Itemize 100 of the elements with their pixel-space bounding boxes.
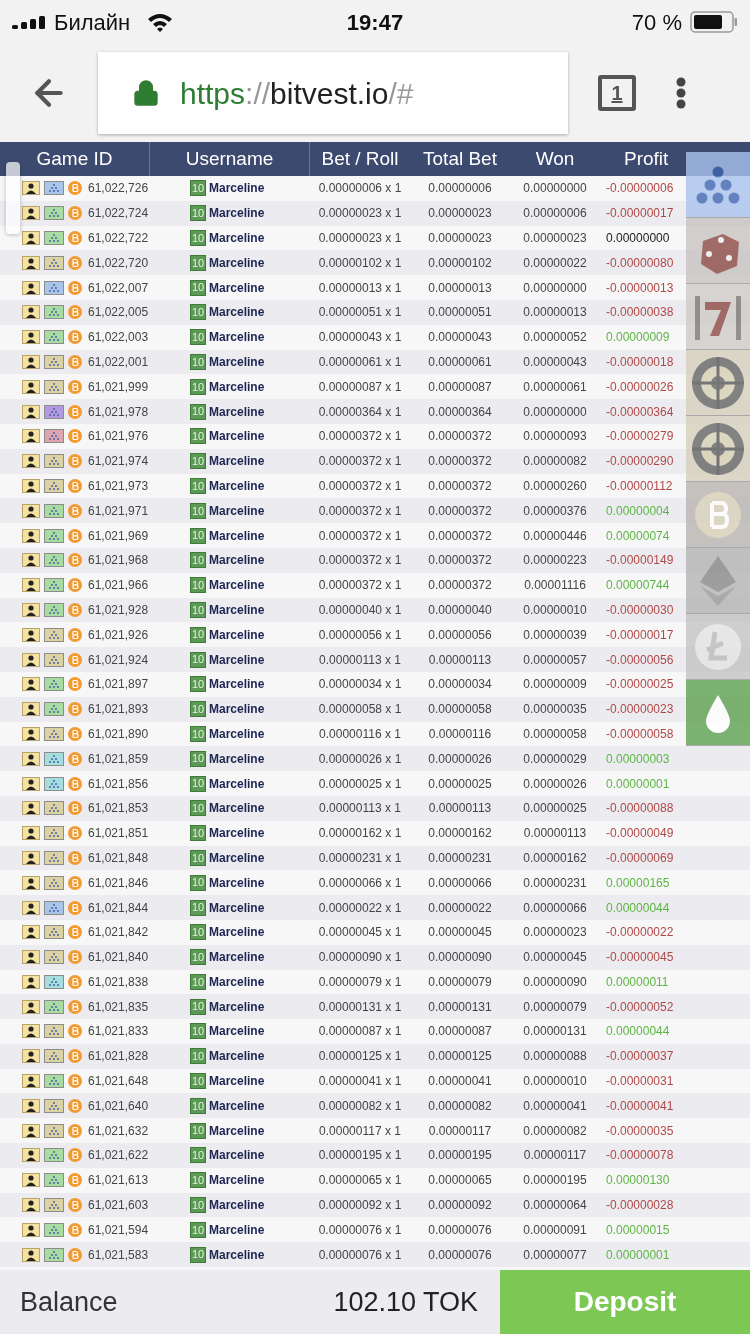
game-id[interactable]: 61,021,842 [88,923,149,942]
username[interactable]: Marceline [209,1072,265,1091]
username[interactable]: Marceline [209,328,265,347]
game-id[interactable]: 61,021,893 [88,700,149,719]
username[interactable]: Marceline [209,898,265,917]
game-id[interactable]: 61,021,583 [88,1245,149,1264]
username[interactable]: Marceline [209,600,265,619]
column-header[interactable]: Bet / Roll [321,144,399,174]
username[interactable]: Marceline [209,1096,265,1115]
game-button[interactable] [686,152,750,218]
game-id[interactable]: 61,021,976 [88,427,149,446]
game-id[interactable]: 61,022,001 [88,352,149,371]
username[interactable]: Marceline [209,1245,265,1264]
username[interactable]: Marceline [209,1121,265,1140]
game-id[interactable]: 61,021,632 [88,1121,149,1140]
currency-button[interactable] [686,482,750,548]
column-header[interactable]: Profit [624,144,669,174]
game-button[interactable] [686,350,750,416]
username[interactable]: Marceline [209,204,265,223]
username[interactable]: Marceline [209,526,265,545]
game-id[interactable]: 61,022,720 [88,253,149,272]
username[interactable]: Marceline [209,179,265,198]
username[interactable]: Marceline [209,824,265,843]
game-id[interactable]: 61,021,844 [88,898,149,917]
game-id[interactable]: 61,022,005 [88,303,149,322]
game-id[interactable]: 61,022,722 [88,229,149,247]
game-id[interactable]: 61,021,828 [88,1047,149,1066]
column-header[interactable]: Game ID [36,144,113,174]
game-id[interactable]: 61,021,966 [88,576,149,595]
currency-button[interactable] [686,548,750,614]
game-id[interactable]: 61,021,974 [88,452,149,471]
game-id[interactable]: 61,021,926 [88,625,149,644]
game-id[interactable]: 61,021,648 [88,1072,149,1091]
faucet-button[interactable] [686,680,750,746]
game-id[interactable]: 61,021,603 [88,1196,149,1215]
column-header[interactable]: Username [185,144,274,174]
menu-button[interactable] [676,77,686,109]
username[interactable]: Marceline [209,873,265,892]
tab-switcher-button[interactable]: 1 [598,75,636,111]
game-id[interactable]: 61,021,622 [88,1146,149,1165]
game-id[interactable]: 61,021,840 [88,948,149,967]
username[interactable]: Marceline [209,997,265,1016]
username[interactable]: Marceline [209,352,265,371]
game-id[interactable]: 61,022,003 [88,328,149,347]
username[interactable]: Marceline [209,427,265,446]
username[interactable]: Marceline [209,1171,265,1190]
username[interactable]: Marceline [209,749,265,768]
game-id[interactable]: 61,022,007 [88,278,149,297]
game-button[interactable] [686,416,750,482]
column-header[interactable]: Won [535,144,575,174]
game-id[interactable]: 61,021,973 [88,476,149,495]
game-id[interactable]: 61,021,978 [88,402,149,421]
username[interactable]: Marceline [209,402,265,421]
game-id[interactable]: 61,021,859 [88,749,149,768]
username[interactable]: Marceline [209,452,265,471]
game-id[interactable]: 61,021,890 [88,724,149,743]
username[interactable]: Marceline [209,972,265,991]
username[interactable]: Marceline [209,229,265,247]
game-id[interactable]: 61,022,724 [88,204,149,223]
game-id[interactable]: 61,021,851 [88,824,149,843]
game-id[interactable]: 61,021,897 [88,675,149,694]
username[interactable]: Marceline [209,700,265,719]
game-id[interactable]: 61,021,835 [88,997,149,1016]
game-id[interactable]: 61,021,833 [88,1022,149,1041]
username[interactable]: Marceline [209,923,265,942]
username[interactable]: Marceline [209,774,265,793]
game-button[interactable] [686,284,750,350]
game-id[interactable]: 61,021,928 [88,600,149,619]
game-id[interactable]: 61,021,968 [88,551,149,570]
game-id[interactable]: 61,021,856 [88,774,149,793]
username[interactable]: Marceline [209,799,265,818]
username[interactable]: Marceline [209,1146,265,1165]
game-id[interactable]: 61,021,846 [88,873,149,892]
game-id[interactable]: 61,021,848 [88,848,149,867]
username[interactable]: Marceline [209,948,265,967]
username[interactable]: Marceline [209,1220,265,1239]
column-header[interactable]: Total Bet [423,144,497,174]
game-id[interactable]: 61,021,924 [88,650,149,669]
username[interactable]: Marceline [209,501,265,520]
address-bar[interactable]: https://bitvest.io/# [98,52,568,134]
game-id[interactable]: 61,021,853 [88,799,149,818]
username[interactable]: Marceline [209,278,265,297]
game-id[interactable]: 61,021,594 [88,1220,149,1239]
username[interactable]: Marceline [209,1196,265,1215]
username[interactable]: Marceline [209,551,265,570]
game-id[interactable]: 61,021,969 [88,526,149,545]
game-id[interactable]: 61,022,726 [88,179,149,198]
username[interactable]: Marceline [209,675,265,694]
username[interactable]: Marceline [209,476,265,495]
username[interactable]: Marceline [209,303,265,322]
game-id[interactable]: 61,021,613 [88,1171,149,1190]
username[interactable]: Marceline [209,576,265,595]
game-id[interactable]: 61,021,971 [88,501,149,520]
username[interactable]: Marceline [209,625,265,644]
username[interactable]: Marceline [209,724,265,743]
username[interactable]: Marceline [209,1047,265,1066]
username[interactable]: Marceline [209,1022,265,1041]
username[interactable]: Marceline [209,377,265,396]
username[interactable]: Marceline [209,848,265,867]
username[interactable]: Marceline [209,253,265,272]
